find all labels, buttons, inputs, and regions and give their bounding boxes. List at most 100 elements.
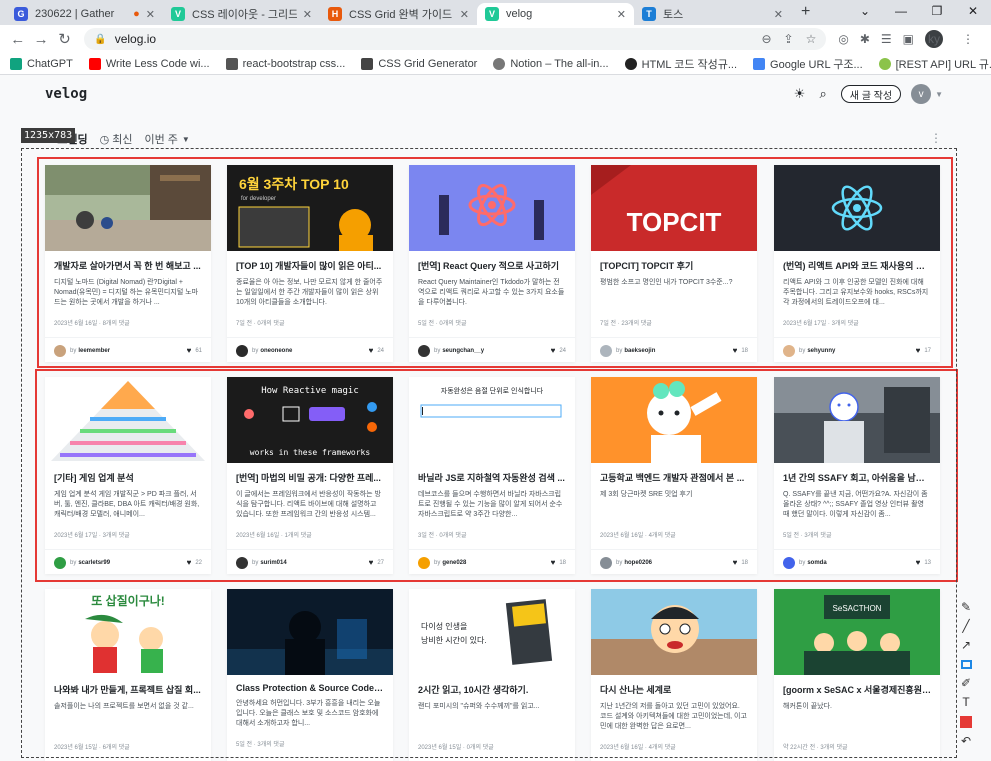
post-thumbnail[interactable] [45, 165, 211, 251]
post-title[interactable]: [기타] 게임 업계 분석 [54, 471, 202, 484]
author-avatar[interactable] [54, 344, 66, 357]
profile-avatar[interactable]: ky [925, 30, 944, 48]
author-avatar[interactable] [418, 344, 430, 357]
bookmark-1[interactable]: Write Less Code wi... [88, 57, 210, 70]
pen-icon[interactable]: ✐ [961, 674, 971, 693]
bookmark-4[interactable]: Notion – The all-in... [493, 57, 609, 70]
post-title[interactable]: (번역) 리액트 API와 코드 재사용의 진... [783, 259, 931, 272]
post-title[interactable]: 개발자로 살아가면서 꼭 한 번 해보고 ... [54, 259, 202, 272]
post-title[interactable]: [번역] 마법의 비밀 공개: 다양한 프레... [236, 471, 384, 484]
tab-search-icon[interactable]: ⌄ [847, 0, 883, 25]
camera-icon[interactable]: ◎ [838, 32, 848, 46]
write-post-button[interactable]: 새 글 작성 [840, 85, 902, 103]
window-close-icon[interactable]: ✕ [955, 0, 991, 25]
back-icon[interactable]: ← [6, 31, 29, 48]
author-name[interactable]: scarletsr99 [78, 560, 186, 566]
undo-icon[interactable]: ↶ [961, 732, 971, 751]
author-avatar[interactable] [783, 344, 795, 357]
post-card[interactable]: [번역] React Query 적으로 사고하기 React Query Mai… [409, 165, 575, 362]
author-name[interactable]: surim014 [260, 560, 368, 566]
search-icon[interactable]: ⌕ [819, 86, 826, 102]
post-title[interactable]: [TOPCIT] TOPCIT 후기 [600, 259, 748, 272]
post-title[interactable]: [goorm x SeSAC x 서울경제진흥원] ... [783, 683, 931, 696]
browser-tab-1[interactable]: V CSS 레이아웃 - 그리드 ✕ [163, 3, 320, 25]
bookmark-3[interactable]: CSS Grid Generator [361, 57, 477, 70]
lock-icon[interactable]: 🔒 [94, 34, 106, 45]
menu-kebab-icon[interactable]: ⋮ [962, 32, 974, 46]
restore-icon[interactable]: ❐ [919, 0, 955, 25]
post-card[interactable]: 자동완성은 음절 단위로 인식합니다바닐라 JS로 지하철역 자동완성 검색 .… [409, 377, 575, 574]
author-avatar[interactable] [600, 344, 612, 357]
bookmark-6[interactable]: Google URL 구조... [753, 56, 863, 72]
post-card[interactable]: 고등학교 백엔드 개발자 관점에서 본 ... 제 3회 당근마켓 SRE 밋업 … [591, 377, 757, 574]
side-panel-icon[interactable]: ▣ [903, 32, 914, 46]
line-icon[interactable]: ╱ [962, 617, 969, 636]
post-card[interactable]: 6월 3주차 TOP 10 for developer [TOP 10] 개발자들이… [227, 165, 393, 362]
post-title[interactable]: Class Protection & Source Code En... [236, 683, 384, 693]
text-icon[interactable]: T [962, 693, 969, 712]
post-card[interactable]: 다이성 인생을 낭비한 시간이 있다. 2시간 읽고, 10시간 생각하기. 랜디 포… [409, 589, 575, 761]
theme-sun-icon[interactable]: ☀ [794, 86, 806, 102]
post-thumbnail[interactable] [774, 377, 940, 463]
bookmark-5[interactable]: HTML 코드 작성규... [624, 56, 737, 72]
minimize-icon[interactable]: — [883, 0, 919, 25]
rectangle-icon[interactable] [960, 660, 972, 669]
bookmark-7[interactable]: [REST API] URL 규... [878, 56, 991, 72]
chevron-down-icon[interactable]: ▼ [935, 90, 943, 99]
tab-recent[interactable]: ◷ 최신 [100, 131, 133, 147]
post-title[interactable]: 2시간 읽고, 10시간 생각하기. [418, 683, 566, 696]
browser-tab-0[interactable]: G 230622 | Gather ● ✕ [6, 3, 163, 25]
browser-tab-3[interactable]: V velog ✕ [477, 3, 634, 25]
author-name[interactable]: somda [807, 560, 915, 566]
close-icon[interactable]: ✕ [146, 8, 155, 21]
post-thumbnail[interactable]: 자동완성은 음절 단위로 인식합니다 [409, 377, 575, 463]
extensions-puzzle-icon[interactable]: ✱ [860, 32, 870, 46]
author-name[interactable]: seungchan__y [442, 348, 550, 354]
author-name[interactable]: gene028 [442, 560, 550, 566]
browser-tab-4[interactable]: T 토스 ✕ [634, 3, 791, 25]
user-avatar[interactable]: v [911, 84, 932, 104]
more-kebab-icon[interactable]: ⋮ [930, 131, 942, 145]
post-thumbnail[interactable] [45, 377, 211, 463]
author-avatar[interactable] [783, 556, 795, 569]
forward-icon[interactable]: → [29, 31, 52, 48]
author-avatar[interactable] [236, 344, 248, 357]
post-thumbnail[interactable] [227, 589, 393, 675]
post-thumbnail[interactable]: TOPCIT [591, 165, 757, 251]
author-avatar[interactable] [600, 556, 612, 569]
post-card[interactable]: SeSACTHON [goorm x SeSAC x 서울경제진흥원] ... 해커… [774, 589, 940, 761]
post-card[interactable]: Class Protection & Source Code En... 안녕하세… [227, 589, 393, 761]
post-thumbnail[interactable] [774, 165, 940, 251]
author-name[interactable]: baekseojin [624, 348, 732, 354]
post-card[interactable]: [기타] 게임 업계 분석 게임 업계 분석 게임 개발직군 > PD 파크 플러… [45, 377, 211, 574]
post-thumbnail[interactable]: 또 삽질이구나! [45, 589, 211, 675]
author-avatar[interactable] [54, 556, 66, 569]
color-swatch-red[interactable] [960, 716, 972, 728]
post-card[interactable]: TOPCIT [TOPCIT] TOPCIT 후기 평범한 소프고 명인인 내가 T… [591, 165, 757, 362]
author-name[interactable]: hope0206 [624, 560, 732, 566]
post-card[interactable]: (번역) 리액트 API와 코드 재사용의 진... 리액트 API와 그 이후 … [774, 165, 940, 362]
close-icon[interactable]: ✕ [460, 8, 469, 21]
close-icon[interactable]: ✕ [774, 8, 783, 21]
author-avatar[interactable] [418, 556, 430, 569]
reload-icon[interactable]: ↻ [53, 30, 76, 48]
post-card[interactable]: 다시 산나는 세계로 지난 1년간의 저를 돌아고 있던 고민이 있었어요. 코드… [591, 589, 757, 761]
close-icon[interactable]: ✕ [303, 8, 312, 21]
bookmark-star-icon[interactable]: ☆ [806, 32, 817, 46]
post-title[interactable]: 고등학교 백엔드 개발자 관점에서 본 ... [600, 471, 748, 484]
author-avatar[interactable] [236, 556, 248, 569]
bookmark-2[interactable]: react-bootstrap css... [225, 57, 345, 70]
address-bar[interactable]: 🔒 velog.io ⊖ ⇪ ☆ [84, 28, 827, 50]
post-title[interactable]: 바닐라 JS로 지하철역 자동완성 검색 ... [418, 471, 566, 484]
zoom-icon[interactable]: ⊖ [761, 32, 771, 46]
post-thumbnail[interactable] [591, 589, 757, 675]
post-title[interactable]: [번역] React Query 적으로 사고하기 [418, 259, 566, 272]
period-select[interactable]: 이번 주 ▼ [144, 131, 189, 147]
post-title[interactable]: 다시 산나는 세계로 [600, 683, 748, 696]
post-thumbnail[interactable]: 다이성 인생을 낭비한 시간이 있다. [409, 589, 575, 675]
author-name[interactable]: leemember [78, 348, 186, 354]
author-name[interactable]: sehyunny [807, 348, 915, 354]
new-tab-button[interactable]: + [791, 3, 820, 25]
post-card[interactable]: 또 삽질이구나! 나와봐 내가 만들게, 프록젝트 삽질 회... 솔저플이는 나의… [45, 589, 211, 761]
post-thumbnail[interactable]: 6월 3주차 TOP 10 for developer [227, 165, 393, 251]
